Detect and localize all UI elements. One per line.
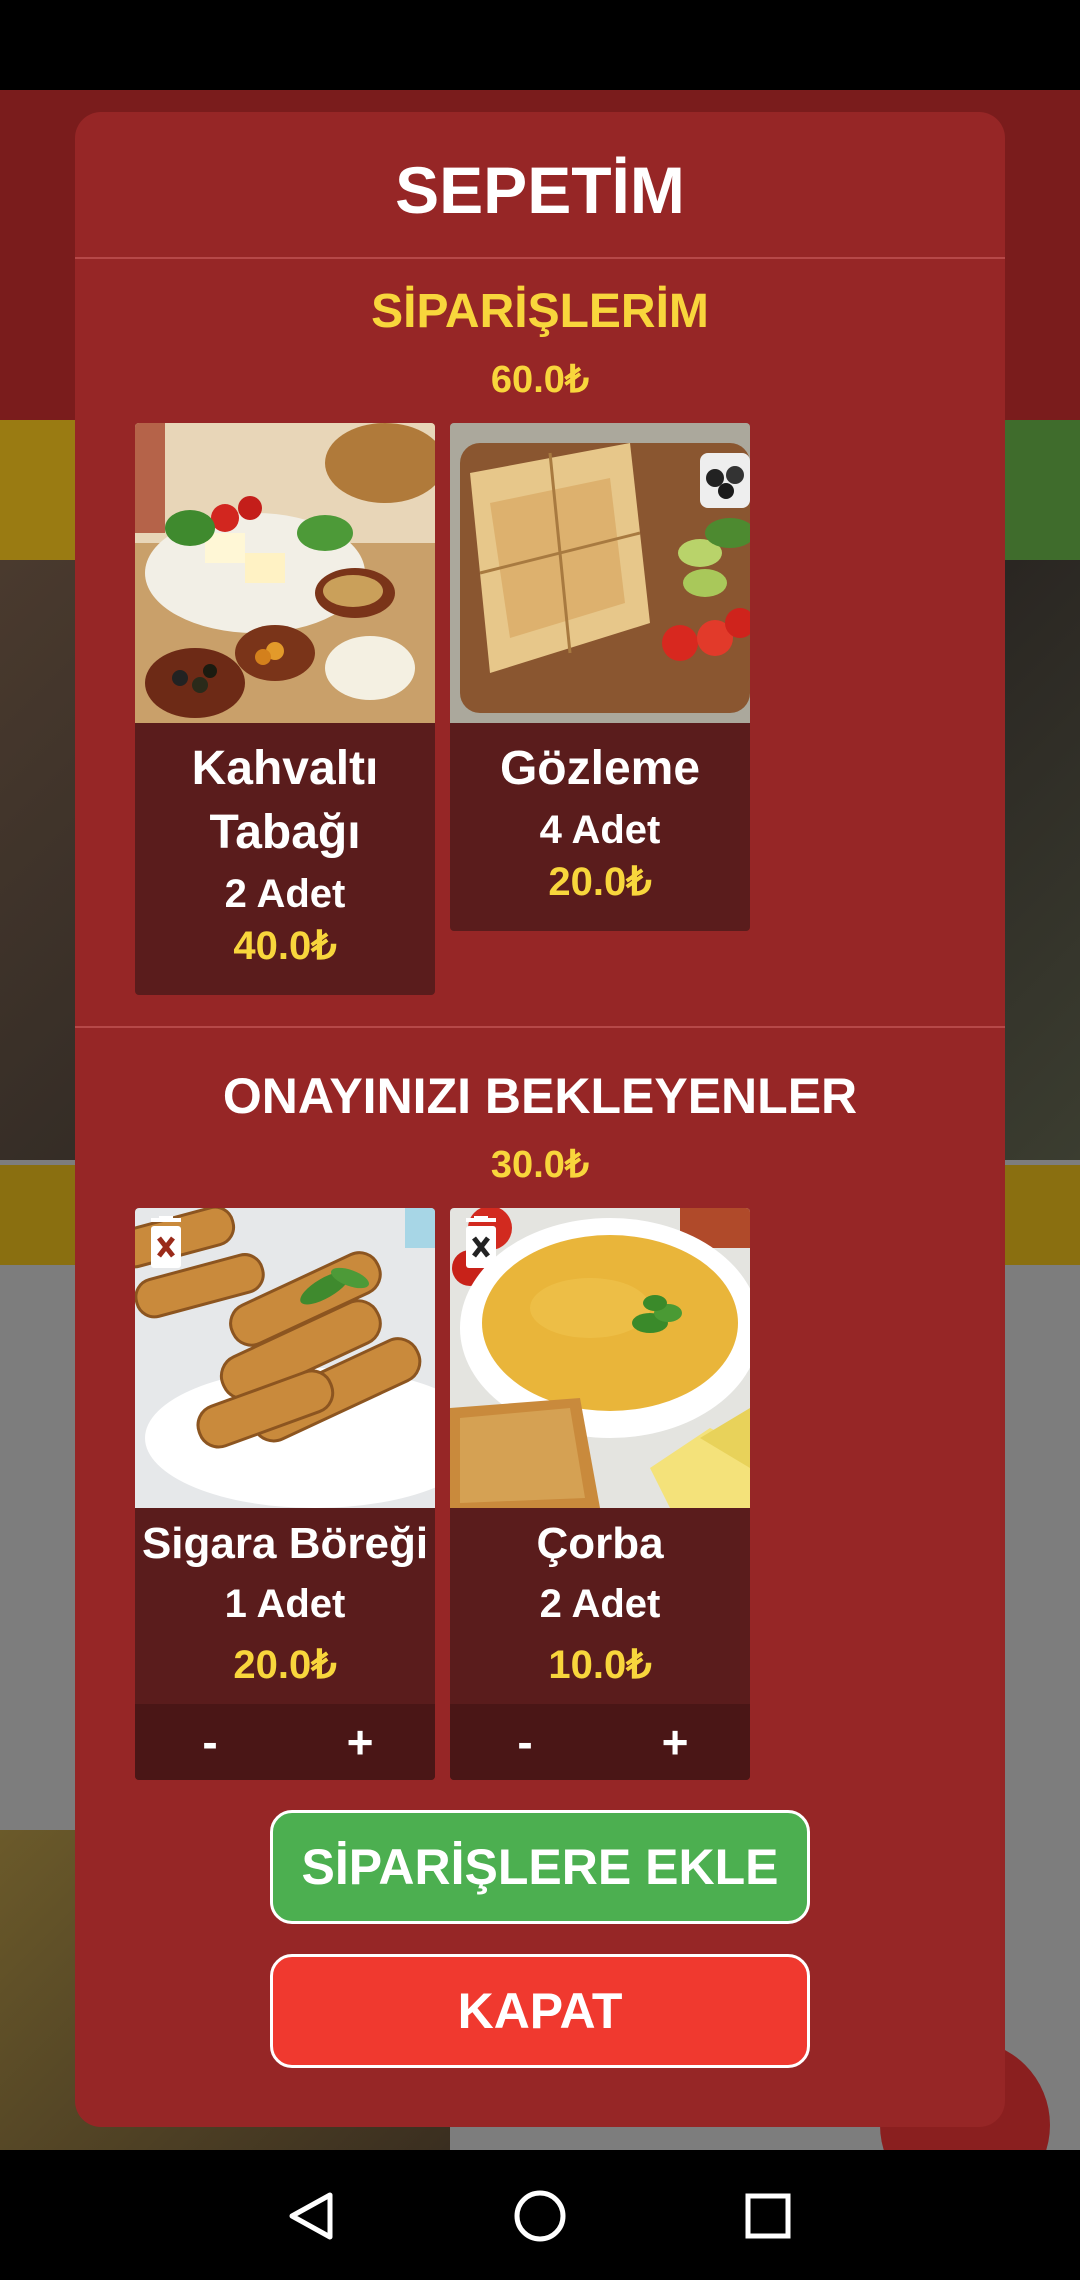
item-qty: 4 Adet bbox=[539, 808, 661, 852]
item-qty: 2 Adet bbox=[224, 872, 346, 916]
sigara-boregi-image bbox=[135, 1208, 435, 1508]
item-qty: 2 Adet bbox=[539, 1582, 661, 1626]
breakfast-plate-image bbox=[135, 423, 435, 723]
pending-card: Çorba 2 Adet 10.0₺ - + bbox=[450, 1208, 750, 1780]
order-card: Kahvaltı Tabağı 2 Adet 40.0₺ bbox=[135, 423, 435, 995]
title-divider bbox=[75, 257, 1005, 259]
trash-icon[interactable] bbox=[462, 1216, 500, 1270]
section-divider bbox=[75, 1026, 1005, 1028]
status-bar bbox=[0, 0, 1080, 90]
order-card: Gözleme 4 Adet 20.0₺ bbox=[450, 423, 750, 931]
increase-button[interactable]: + bbox=[600, 1704, 750, 1780]
background-banner-green bbox=[1000, 420, 1080, 560]
pending-total: 30.0₺ bbox=[490, 1144, 590, 1186]
quantity-stepper: - + bbox=[450, 1704, 750, 1780]
item-qty: 1 Adet bbox=[224, 1582, 346, 1626]
back-icon[interactable] bbox=[289, 2192, 333, 2240]
increase-button[interactable]: + bbox=[285, 1704, 435, 1780]
cart-modal: SEPETİM SİPARİŞLERİM 60.0₺ Kahvaltı Taba… bbox=[75, 112, 1005, 2127]
decrease-button[interactable]: - bbox=[135, 1704, 285, 1780]
item-name: Sigara Böreği bbox=[141, 1519, 429, 1568]
decrease-button[interactable]: - bbox=[450, 1704, 600, 1780]
quantity-stepper: - + bbox=[135, 1704, 435, 1780]
pending-card: Sigara Böreği 1 Adet 20.0₺ - + bbox=[135, 1208, 435, 1780]
home-icon[interactable] bbox=[514, 2190, 566, 2242]
item-price: 20.0₺ bbox=[548, 860, 652, 904]
trash-icon[interactable] bbox=[147, 1216, 185, 1270]
screen: SEPETİM SİPARİŞLERİM 60.0₺ Kahvaltı Taba… bbox=[0, 0, 1080, 2280]
item-price: 20.0₺ bbox=[233, 1643, 337, 1687]
item-name: Çorba bbox=[536, 1519, 664, 1568]
close-button[interactable]: KAPAT bbox=[270, 1954, 810, 2068]
item-price: 10.0₺ bbox=[548, 1643, 652, 1687]
add-to-orders-button[interactable]: SİPARİŞLERE EKLE bbox=[270, 1810, 810, 1924]
item-price: 40.0₺ bbox=[233, 924, 337, 968]
navigation-bar bbox=[0, 2150, 1080, 2280]
modal-title: SEPETİM bbox=[395, 153, 685, 227]
item-name: Kahvaltı Tabağı bbox=[191, 742, 379, 859]
pending-title: ONAYINIZI BEKLEYENLER bbox=[222, 1068, 858, 1124]
orders-title: SİPARİŞLERİM bbox=[371, 285, 709, 338]
orders-total: 60.0₺ bbox=[490, 359, 590, 401]
recents-icon[interactable] bbox=[745, 2193, 791, 2239]
gozleme-image bbox=[450, 423, 750, 723]
item-name: Gözleme bbox=[499, 742, 701, 795]
soup-image bbox=[450, 1208, 750, 1508]
